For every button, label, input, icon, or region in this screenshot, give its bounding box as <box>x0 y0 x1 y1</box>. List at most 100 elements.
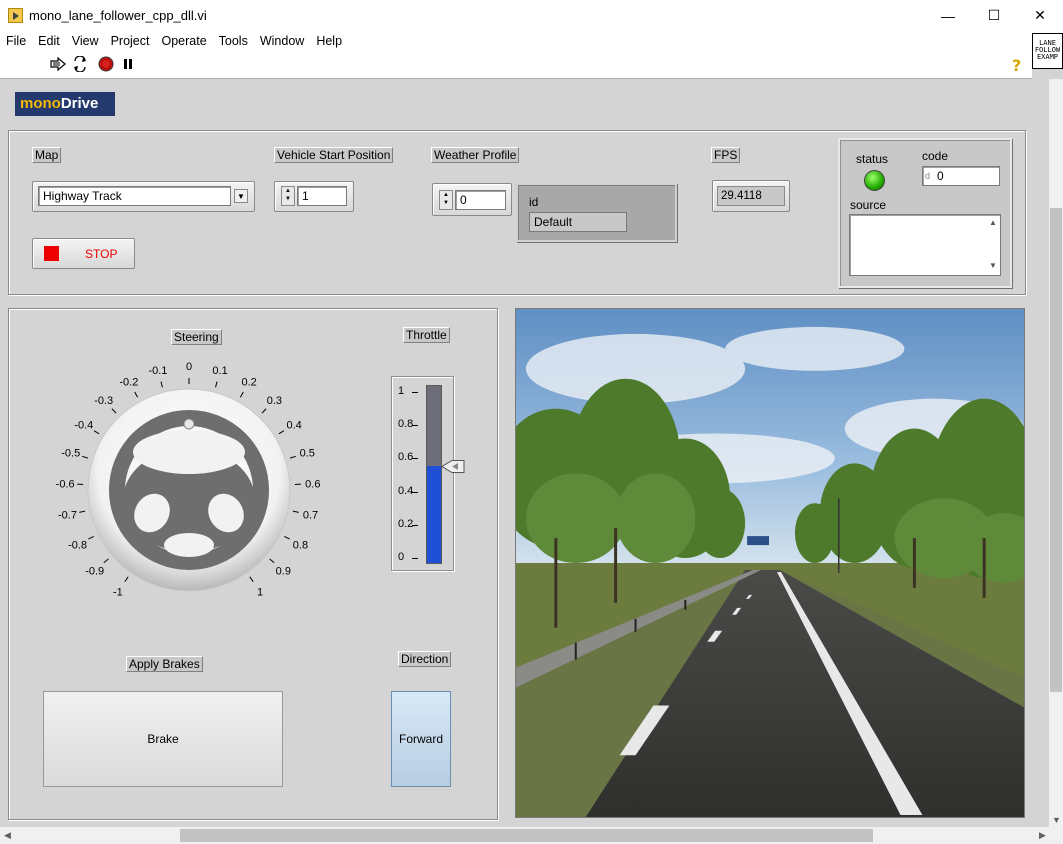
steering-tick-label: 0 <box>186 361 192 373</box>
throttle-scale-label: 1 <box>398 385 405 397</box>
vehicle-start-label: Vehicle Start Position <box>274 147 394 163</box>
throttle-pointer-icon[interactable] <box>442 459 466 473</box>
vehicle-start-value[interactable]: 1 <box>297 186 347 206</box>
steering-tick <box>278 430 285 435</box>
horizontal-scroll-thumb[interactable] <box>180 829 873 842</box>
scroll-right-arrow-icon[interactable]: ▶ <box>1039 830 1046 841</box>
code-value[interactable]: 0 <box>922 166 1000 186</box>
fps-value: 29.4118 <box>717 186 785 206</box>
monodrive-logo: monoDrive <box>15 92 115 116</box>
weather-index-value[interactable]: 0 <box>455 190 506 210</box>
steering-tick-label: 0.3 <box>267 395 282 407</box>
menu-tools[interactable]: Tools <box>213 31 254 51</box>
direction-label: Direction <box>398 651 452 667</box>
menu-window[interactable]: Window <box>254 31 310 51</box>
menu-view[interactable]: View <box>66 31 105 51</box>
steering-tick <box>88 536 94 540</box>
run-continuously-icon[interactable] <box>72 56 88 72</box>
steering-tick-label: 0.1 <box>212 365 227 377</box>
steering-tick <box>292 510 299 513</box>
window-title: mono_lane_follower_cpp_dll.vi <box>29 8 207 23</box>
map-label: Map <box>32 147 62 163</box>
steering-tick-label: 1 <box>257 587 263 599</box>
steering-tick <box>215 381 218 388</box>
weather-index-stepper-icon[interactable]: ▲ ▼ <box>439 190 453 210</box>
steering-tick-label: -0.2 <box>119 377 138 389</box>
pause-icon[interactable] <box>120 56 136 72</box>
steering-tick-label: -0.1 <box>148 365 167 377</box>
menu-edit[interactable]: Edit <box>32 31 66 51</box>
throttle-scale-tick <box>412 524 418 526</box>
steering-tick <box>103 558 109 564</box>
steering-knob[interactable]: -1 -0.9 -0.8 -0.7 -0.6 -0.5 -0.4-0.3 -0.2 -0.1 0 0… <box>40 360 360 600</box>
weather-id-label: id <box>529 195 539 209</box>
direction-button[interactable]: Forward <box>391 691 451 787</box>
vehicle-start-stepper-icon[interactable]: ▲ ▼ <box>281 186 295 206</box>
throttle-scale-label: 0 <box>398 551 405 563</box>
code-label: code <box>922 149 949 163</box>
menu-operate[interactable]: Operate <box>155 31 212 51</box>
throttle-scale-tick <box>412 558 418 559</box>
labview-app-icon <box>8 8 23 23</box>
scroll-down-arrow-icon[interactable]: ▼ <box>1052 815 1061 825</box>
source-textbox[interactable] <box>849 214 1001 276</box>
steering-tick-label: -0.4 <box>74 419 93 431</box>
steering-tick-label: -0.7 <box>58 510 77 522</box>
steering-tick-label: 0.7 <box>303 510 318 522</box>
throttle-label: Throttle <box>403 327 450 343</box>
throttle-scale-tick <box>412 458 418 460</box>
menu-project[interactable]: Project <box>105 31 156 51</box>
close-button[interactable]: ✕ <box>1017 0 1063 31</box>
steering-tick <box>261 408 267 414</box>
status-led <box>864 170 885 191</box>
vi-icon[interactable]: LANE FOLLOW EXAMP <box>1032 33 1063 69</box>
steering-tick <box>249 576 254 583</box>
logo-mono: mono <box>20 95 61 112</box>
logo-drive: Drive <box>60 95 99 112</box>
throttle-scale-tick <box>412 392 418 393</box>
throttle-fill <box>427 465 441 563</box>
steering-label: Steering <box>171 329 222 345</box>
source-scroll-down-icon[interactable]: ▼ <box>989 261 997 270</box>
steering-tick-label: -0.9 <box>85 566 104 578</box>
steering-tick <box>124 576 129 583</box>
throttle-scale-tick <box>412 425 418 427</box>
vi-icon-line: EXAMP <box>1036 53 1059 61</box>
stop-label: STOP <box>85 247 118 261</box>
steering-tick <box>82 455 89 459</box>
abort-icon[interactable] <box>98 56 114 72</box>
fps-label: FPS <box>711 147 741 163</box>
source-scroll-up-icon[interactable]: ▲ <box>989 218 997 227</box>
stop-square-icon <box>44 246 59 261</box>
steering-tick <box>134 391 139 398</box>
steering-tick-label: -0.8 <box>68 539 87 551</box>
map-dropdown-arrow-icon[interactable]: ▼ <box>234 189 248 203</box>
steering-tick-label: 0.9 <box>276 566 291 578</box>
steering-tick-label: -0.3 <box>94 395 113 407</box>
menu-help[interactable]: Help <box>310 31 348 51</box>
vertical-scroll-thumb[interactable] <box>1050 208 1062 692</box>
code-radix: d <box>925 171 931 181</box>
steering-tick-label: -0.5 <box>61 448 80 460</box>
steering-tick <box>269 558 275 564</box>
steering-tick-label: 0.6 <box>305 479 320 491</box>
menu-file[interactable]: File <box>0 31 32 51</box>
steering-wheel-icon <box>109 410 269 570</box>
steering-tick <box>79 510 86 513</box>
maximize-button[interactable]: ☐ <box>971 0 1017 31</box>
steering-tick <box>289 455 296 459</box>
throttle-scale: 1 0.8 0.6 0.4 0.2 0 <box>398 380 428 566</box>
steering-tick-label: 0.5 <box>300 448 315 460</box>
scroll-left-arrow-icon[interactable]: ◀ <box>4 830 11 841</box>
source-label: source <box>850 198 887 212</box>
help-icon[interactable]: ? <box>1012 56 1026 75</box>
throttle-scale-tick <box>412 491 418 493</box>
steering-tick <box>160 381 163 388</box>
run-arrow-icon[interactable] <box>50 56 66 72</box>
brake-button[interactable]: Brake <box>43 691 283 787</box>
map-value[interactable]: Highway Track <box>38 186 231 206</box>
steering-tick <box>284 536 290 540</box>
weather-id-value: Default <box>529 212 627 232</box>
minimize-button[interactable]: — <box>925 0 971 31</box>
status-label: status <box>856 152 889 166</box>
